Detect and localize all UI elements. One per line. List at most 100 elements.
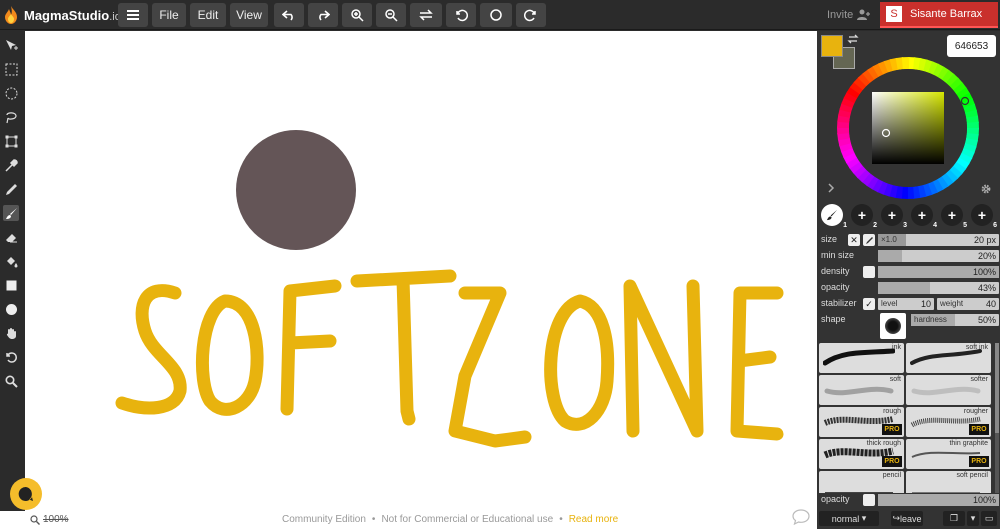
brush-tool[interactable] [3, 205, 19, 221]
rectangle-tool[interactable] [3, 277, 19, 293]
brush-preset-softer[interactable]: softer [906, 375, 991, 405]
leave-button[interactable]: ↪ leave [891, 511, 923, 526]
ellipse-tool[interactable] [3, 301, 19, 317]
brush-preset-soft[interactable]: soft [819, 375, 904, 405]
brush-preset-soft-ink[interactable]: soft ink [906, 343, 991, 373]
brush-preset-soft-pencil[interactable]: soft pencil [906, 471, 991, 493]
size-slider[interactable]: ×1.0 20 px [878, 234, 999, 246]
drawing-canvas[interactable] [25, 31, 817, 511]
brush-library-scrollbar[interactable] [995, 343, 999, 493]
menu-button[interactable] [118, 3, 148, 27]
brush-preset-thick-rough[interactable]: thick rough PRO [819, 439, 904, 469]
hardness-value: 50% [977, 315, 996, 325]
transform-tool[interactable] [3, 133, 19, 149]
brush-shape-preview[interactable] [880, 313, 906, 339]
brush-slot-6[interactable]: +6 [971, 204, 997, 229]
layer-controls: normal ▾ ↪ leave ❐ ▾ ▭ [819, 511, 999, 527]
rotate-left-button[interactable] [446, 3, 476, 27]
layer-opacity-row: opacity 100% [821, 493, 999, 507]
hand-tool[interactable] [3, 325, 19, 341]
brush-preset-thin-graphite[interactable]: thin graphite PRO [906, 439, 991, 469]
move-tool[interactable] [3, 37, 19, 53]
hardness-slider[interactable]: hardness 50% [911, 314, 999, 326]
layer-menu-button[interactable]: ▾ [967, 511, 979, 526]
brush-preset-rough[interactable]: rough PRO [819, 407, 904, 437]
new-layer-button[interactable]: ▭ [981, 511, 997, 526]
reset-rotation-button[interactable] [480, 3, 512, 27]
zoom-in-icon [351, 9, 364, 22]
weight-slider[interactable]: weight 40 [937, 298, 999, 310]
file-menu[interactable]: File [152, 3, 186, 27]
brush-slot-3[interactable]: +3 [881, 204, 907, 229]
license-notice: Community Edition • Not for Commercial or … [282, 514, 619, 525]
rotate-right-button[interactable] [516, 3, 546, 27]
color-wheel[interactable] [837, 57, 979, 199]
pencil-tool[interactable] [3, 181, 19, 197]
size-label: size [821, 234, 838, 244]
read-more-link[interactable]: Read more [569, 514, 618, 525]
circle-select-tool[interactable] [3, 85, 19, 101]
brush-slot-number: 6 [993, 222, 997, 229]
layer-opacity-toggle[interactable] [863, 494, 875, 506]
rotate-view-tool[interactable] [3, 349, 19, 365]
eyedropper-tool[interactable] [3, 157, 19, 173]
duplicate-layer-button[interactable]: ❐ [943, 511, 965, 526]
invite-label: Invite [827, 9, 854, 21]
comment-icon[interactable] [792, 509, 810, 525]
flip-button[interactable] [410, 3, 442, 27]
view-menu[interactable]: View [230, 3, 268, 27]
brush-preset-name: soft [889, 376, 901, 383]
help-chat-button[interactable] [10, 478, 42, 510]
chevron-right-icon[interactable] [826, 183, 836, 193]
undo-button[interactable] [274, 3, 304, 27]
brush-slot-number: 1 [843, 222, 847, 229]
eraser-tool[interactable] [3, 229, 19, 245]
swap-colors-icon[interactable] [847, 33, 859, 45]
brush-preset-name: rough [883, 408, 901, 415]
brush-preset-ink[interactable]: ink [819, 343, 904, 373]
brush-preset-name: thin graphite [949, 440, 988, 447]
app-logo[interactable]: MagmaStudio.io [4, 5, 121, 25]
fill-tool[interactable] [3, 253, 19, 269]
level-slider[interactable]: level 10 [878, 298, 934, 310]
zoom-indicator[interactable]: 100% [30, 514, 69, 525]
primary-color-swatch[interactable] [821, 35, 843, 57]
min-size-slider[interactable]: 20% [878, 250, 999, 262]
user-box[interactable]: S Sisante Barrax [880, 2, 998, 28]
brush-preset-pencil[interactable]: pencil [819, 471, 904, 493]
circle-select-icon [5, 87, 17, 99]
brush-slot-4[interactable]: +4 [911, 204, 937, 229]
invite-button[interactable]: Invite [827, 9, 871, 21]
gear-icon[interactable] [980, 183, 992, 195]
blend-mode-select[interactable]: normal ▾ [819, 511, 879, 526]
opacity-label: opacity [821, 282, 850, 292]
layer-opacity-slider[interactable]: 100% [878, 494, 999, 506]
stabilizer-checkbox[interactable]: ✓ [863, 298, 875, 310]
size-lock-toggle[interactable]: ✕ [848, 234, 860, 246]
brush-slot-5[interactable]: +5 [941, 204, 967, 229]
avatar: S [886, 6, 902, 22]
zoom-in-button[interactable] [342, 3, 372, 27]
hex-color-input[interactable]: 646653 [947, 35, 996, 57]
density-pressure-toggle[interactable] [863, 266, 875, 278]
brush-preset-name: ink [892, 344, 901, 351]
zoom-out-button[interactable] [376, 3, 406, 27]
zoom-tool[interactable] [3, 373, 19, 389]
edit-menu[interactable]: Edit [190, 3, 226, 27]
circle-shape-icon [5, 303, 17, 315]
brush-preset-rougher[interactable]: rougher PRO [906, 407, 991, 437]
brush-slot-2[interactable]: +2 [851, 204, 877, 229]
rect-select-tool[interactable] [3, 61, 19, 77]
magnifier-icon [4, 374, 18, 388]
redo-button[interactable] [308, 3, 338, 27]
brush-slot-number: 4 [933, 222, 937, 229]
brush-slot-1[interactable]: 1 [821, 204, 847, 229]
size-pressure-toggle[interactable] [863, 234, 875, 246]
pro-badge: PRO [969, 456, 989, 467]
opacity-slider[interactable]: 43% [878, 282, 999, 294]
transform-icon [5, 135, 17, 147]
flip-icon [419, 9, 433, 21]
density-slider[interactable]: 100% [878, 266, 999, 278]
app-name: MagmaStudio.io [24, 7, 121, 23]
lasso-tool[interactable] [3, 109, 19, 125]
